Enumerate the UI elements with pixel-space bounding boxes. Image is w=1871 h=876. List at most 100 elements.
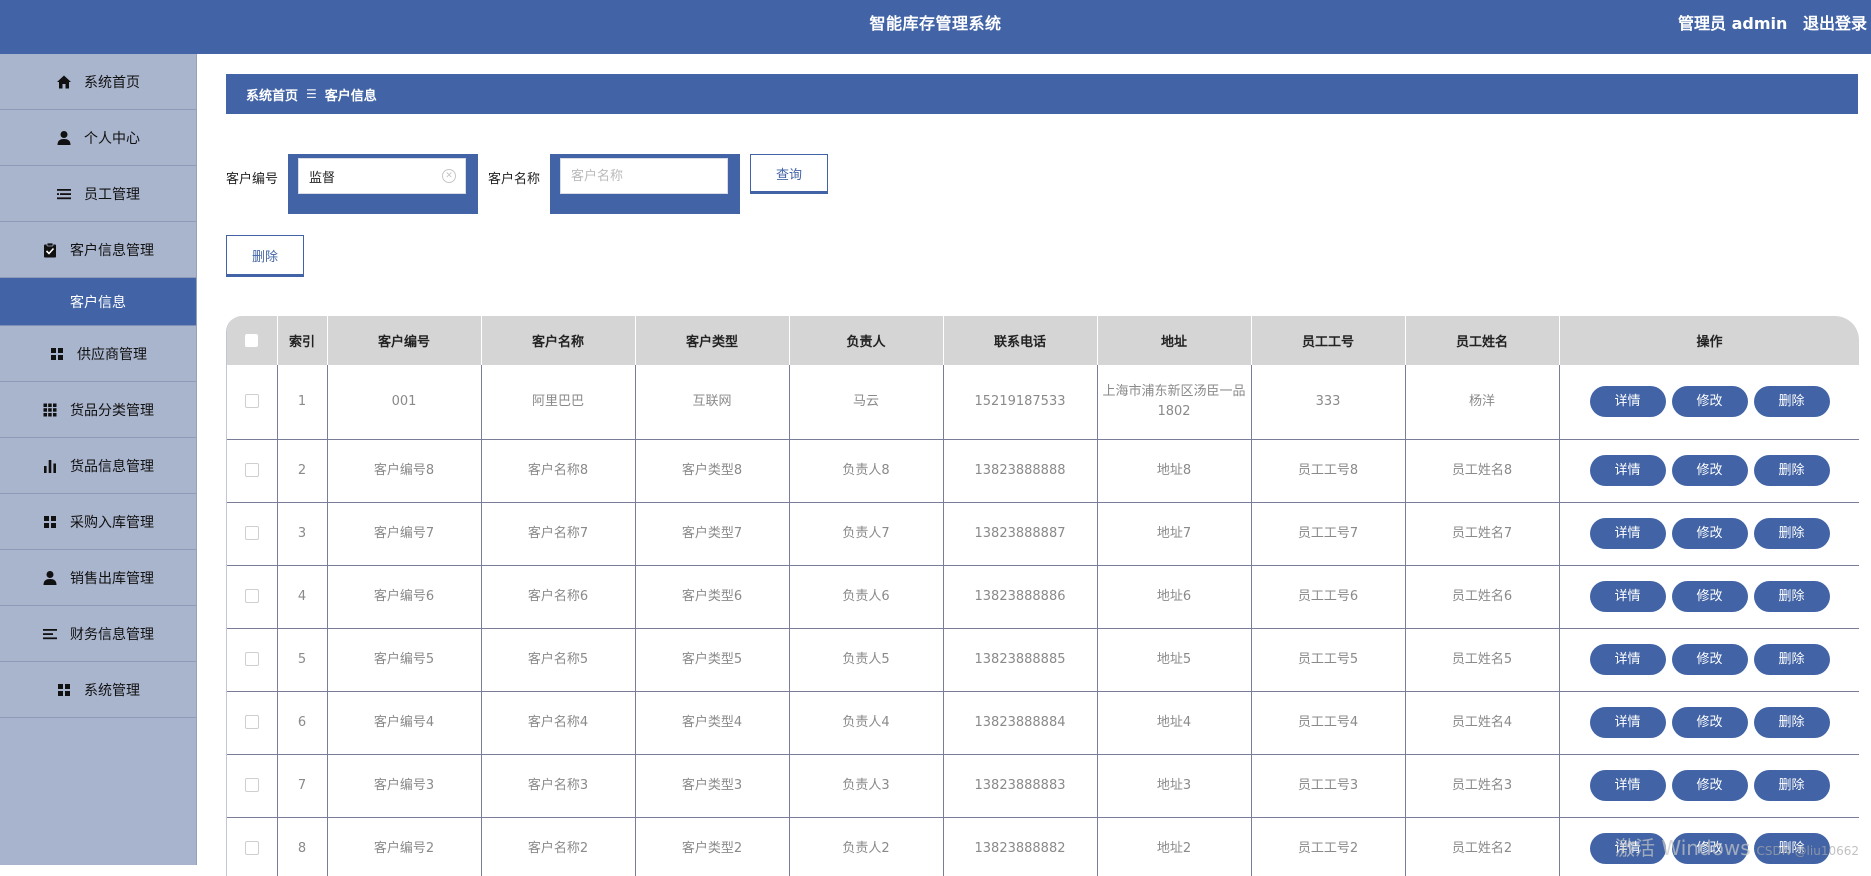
row-checkbox[interactable] bbox=[245, 778, 259, 792]
detail-button[interactable]: 详情 bbox=[1590, 770, 1666, 801]
cell-type: 客户类型7 bbox=[635, 502, 789, 565]
sidebar-item-goods-info[interactable]: 货品信息管理 bbox=[0, 438, 196, 494]
cell-actions: 详情修改删除 bbox=[1559, 439, 1859, 502]
edit-button[interactable]: 修改 bbox=[1672, 770, 1748, 801]
column-header: 员工工号 bbox=[1251, 316, 1405, 365]
cell-name: 阿里巴巴 bbox=[481, 365, 635, 439]
row-checkbox[interactable] bbox=[245, 715, 259, 729]
delete-button[interactable]: 删除 bbox=[1754, 518, 1830, 549]
row-checkbox[interactable] bbox=[245, 463, 259, 477]
cell-name: 客户名称6 bbox=[481, 565, 635, 628]
edit-button[interactable]: 修改 bbox=[1672, 455, 1748, 486]
row-checkbox[interactable] bbox=[245, 394, 259, 408]
row-checkbox[interactable] bbox=[245, 526, 259, 540]
table-row: 2客户编号8客户名称8客户类型8负责人813823888888地址8员工工号8员… bbox=[227, 439, 1859, 502]
cell-address: 地址2 bbox=[1097, 817, 1251, 876]
cell-name: 客户名称2 bbox=[481, 817, 635, 876]
table-header-row: 索引 客户编号 客户名称 客户类型 负责人 联系电话 地址 员工工号 员工姓名 … bbox=[227, 316, 1859, 365]
detail-button[interactable]: 详情 bbox=[1590, 455, 1666, 486]
batch-delete-button[interactable]: 删除 bbox=[226, 235, 304, 277]
table-row: 3客户编号7客户名称7客户类型7负责人713823888887地址7员工工号7员… bbox=[227, 502, 1859, 565]
logout-link[interactable]: 退出登录 bbox=[1803, 14, 1867, 33]
delete-button[interactable]: 删除 bbox=[1754, 707, 1830, 738]
edit-button[interactable]: 修改 bbox=[1672, 518, 1748, 549]
cell-code: 客户编号2 bbox=[327, 817, 481, 876]
edit-button[interactable]: 修改 bbox=[1672, 707, 1748, 738]
row-checkbox[interactable] bbox=[245, 841, 259, 855]
detail-button[interactable]: 详情 bbox=[1590, 707, 1666, 738]
clear-icon[interactable]: ✕ bbox=[442, 169, 456, 183]
breadcrumb-current: 客户信息 bbox=[325, 85, 377, 104]
detail-button[interactable]: 详情 bbox=[1590, 386, 1666, 417]
cell-owner: 负责人5 bbox=[789, 628, 943, 691]
search-bar: 客户编号 ✕ 客户名称 查询 bbox=[226, 154, 828, 218]
delete-button[interactable]: 删除 bbox=[1754, 455, 1830, 486]
delete-button[interactable]: 删除 bbox=[1754, 581, 1830, 612]
home-icon bbox=[56, 74, 72, 90]
customer-name-input[interactable] bbox=[560, 158, 728, 194]
detail-button[interactable]: 详情 bbox=[1590, 518, 1666, 549]
cell-owner: 马云 bbox=[789, 365, 943, 439]
clipboard-check-icon bbox=[42, 242, 58, 258]
edit-button[interactable]: 修改 bbox=[1672, 581, 1748, 612]
query-button[interactable]: 查询 bbox=[750, 154, 828, 194]
sidebar-item-label: 客户信息管理 bbox=[70, 240, 154, 260]
bar-chart-icon bbox=[42, 458, 58, 474]
cell-actions: 详情修改删除 bbox=[1559, 691, 1859, 754]
sidebar-item-finance[interactable]: 财务信息管理 bbox=[0, 606, 196, 662]
delete-button[interactable]: 删除 bbox=[1754, 770, 1830, 801]
cell-emp-no: 员工工号2 bbox=[1251, 817, 1405, 876]
cell-name: 客户名称5 bbox=[481, 628, 635, 691]
row-select-cell bbox=[227, 365, 277, 439]
row-select-cell bbox=[227, 628, 277, 691]
cell-name: 客户名称7 bbox=[481, 502, 635, 565]
select-all-checkbox[interactable] bbox=[245, 334, 258, 347]
sidebar-item-home[interactable]: 系统首页 bbox=[0, 54, 196, 110]
cell-actions: 详情修改删除 bbox=[1559, 565, 1859, 628]
detail-button[interactable]: 详情 bbox=[1590, 581, 1666, 612]
edit-button[interactable]: 修改 bbox=[1672, 644, 1748, 675]
sidebar-item-personal-center[interactable]: 个人中心 bbox=[0, 110, 196, 166]
cell-address: 地址4 bbox=[1097, 691, 1251, 754]
customer-code-input[interactable] bbox=[298, 158, 466, 194]
row-checkbox[interactable] bbox=[245, 589, 259, 603]
sidebar-item-customer-info[interactable]: 客户信息 bbox=[0, 278, 196, 326]
cell-emp-no: 员工工号4 bbox=[1251, 691, 1405, 754]
sidebar-item-purchase-in[interactable]: 采购入库管理 bbox=[0, 494, 196, 550]
cell-actions: 详情修改删除 bbox=[1559, 754, 1859, 817]
sidebar-item-customer-management[interactable]: 客户信息管理 bbox=[0, 222, 196, 278]
breadcrumb-home[interactable]: 系统首页 bbox=[246, 85, 298, 104]
user-icon bbox=[56, 130, 72, 146]
column-header: 地址 bbox=[1097, 316, 1251, 365]
sidebar-item-employee[interactable]: 员工管理 bbox=[0, 166, 196, 222]
delete-button[interactable]: 删除 bbox=[1754, 644, 1830, 675]
sidebar-item-label: 个人中心 bbox=[84, 128, 140, 148]
delete-button[interactable]: 删除 bbox=[1754, 386, 1830, 417]
breadcrumb: 系统首页 ☰ 客户信息 bbox=[226, 74, 1858, 114]
cell-actions: 详情修改删除 bbox=[1559, 365, 1859, 439]
table-row: 5客户编号5客户名称5客户类型5负责人513823888885地址5员工工号5员… bbox=[227, 628, 1859, 691]
row-checkbox[interactable] bbox=[245, 652, 259, 666]
cell-owner: 负责人7 bbox=[789, 502, 943, 565]
cell-address: 上海市浦东新区汤臣一品1802 bbox=[1097, 365, 1251, 439]
apps-icon bbox=[42, 402, 58, 418]
cell-code: 客户编号7 bbox=[327, 502, 481, 565]
list-icon bbox=[42, 626, 58, 642]
sidebar-item-goods-category[interactable]: 货品分类管理 bbox=[0, 382, 196, 438]
table-body: 1001阿里巴巴互联网马云15219187533上海市浦东新区汤臣一品18023… bbox=[227, 365, 1859, 876]
user-label: 管理员 admin bbox=[1678, 14, 1787, 33]
user-icon bbox=[42, 570, 58, 586]
breadcrumb-separator-icon: ☰ bbox=[306, 87, 317, 101]
row-select-cell bbox=[227, 565, 277, 628]
row-select-cell bbox=[227, 691, 277, 754]
detail-button[interactable]: 详情 bbox=[1590, 644, 1666, 675]
select-all-cell bbox=[227, 316, 277, 365]
sidebar-item-system[interactable]: 系统管理 bbox=[0, 662, 196, 718]
sidebar-item-supplier[interactable]: 供应商管理 bbox=[0, 326, 196, 382]
sidebar-item-label: 系统首页 bbox=[84, 72, 140, 92]
edit-button[interactable]: 修改 bbox=[1672, 386, 1748, 417]
cell-type: 客户类型4 bbox=[635, 691, 789, 754]
sidebar-item-label: 销售出库管理 bbox=[70, 568, 154, 588]
column-header: 客户编号 bbox=[327, 316, 481, 365]
sidebar-item-sales-out[interactable]: 销售出库管理 bbox=[0, 550, 196, 606]
